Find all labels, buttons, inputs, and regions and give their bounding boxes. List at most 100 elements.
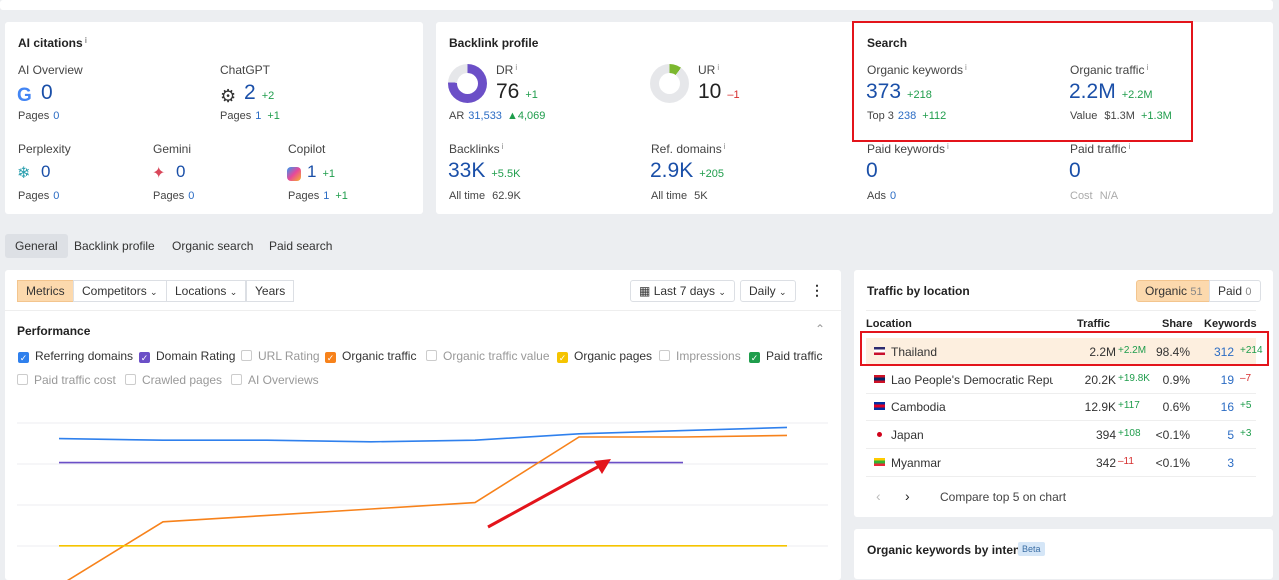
checkbox-paid-traffic-cost[interactable]: Paid traffic cost xyxy=(17,373,116,387)
keywords-value[interactable]: 5 xyxy=(1227,428,1234,442)
col-keywords[interactable]: Keywords xyxy=(1204,318,1257,330)
country-name[interactable]: Japan xyxy=(891,428,1053,442)
gemini-value[interactable]: 0 xyxy=(176,162,185,181)
checkbox-icon: ✓ xyxy=(749,352,760,363)
perplexity-value[interactable]: 0 xyxy=(41,162,50,181)
organic-toggle[interactable]: Organic 51 xyxy=(1136,280,1212,302)
tab-backlink-profile[interactable]: Backlink profile xyxy=(64,234,165,258)
share-value: <0.1% xyxy=(1155,455,1190,470)
checkbox-crawled-pages[interactable]: Crawled pages xyxy=(125,373,222,387)
checkbox-organic-pages[interactable]: ✓ Organic pages xyxy=(557,349,652,363)
col-traffic[interactable]: Traffic xyxy=(1077,318,1110,330)
chatgpt-value[interactable]: 2 xyxy=(244,81,256,104)
checkbox-label: AI Overviews xyxy=(248,373,319,387)
keywords-value[interactable]: 16 xyxy=(1221,400,1234,414)
checkbox-label: Organic traffic value xyxy=(443,349,550,363)
pages-value[interactable]: 0 xyxy=(188,190,194,202)
checkbox-impressions[interactable]: Impressions xyxy=(659,349,741,363)
country-name[interactable]: Cambodia xyxy=(891,400,1053,414)
location-row[interactable]: Cambodia 12.9K +117 0.6% 16 +5 xyxy=(866,393,1256,422)
keywords-value[interactable]: 3 xyxy=(1227,456,1234,470)
tab-general[interactable]: General xyxy=(5,234,68,258)
keywords-value[interactable]: 19 xyxy=(1221,373,1234,387)
ai-overview-value[interactable]: 0 xyxy=(41,81,53,104)
paid-toggle[interactable]: Paid 0 xyxy=(1209,280,1261,302)
competitors-label: Competitors xyxy=(82,284,147,298)
locations-label: Locations xyxy=(175,284,227,298)
top-card xyxy=(0,0,1273,10)
checkbox-organic-traffic[interactable]: ✓ Organic traffic xyxy=(325,349,416,363)
location-row[interactable]: Lao People's Democratic Reput 20.2K +19.8K… xyxy=(866,366,1256,394)
locations-dropdown[interactable]: Locations ⌄ xyxy=(166,280,247,302)
checkbox-label: URL Rating xyxy=(258,349,320,363)
backlinks-value[interactable]: 33K xyxy=(448,159,485,182)
checkbox-ai-overviews[interactable]: AI Overviews xyxy=(231,373,319,387)
years-button[interactable]: Years xyxy=(246,280,295,302)
pages-value[interactable]: 0 xyxy=(53,110,59,122)
col-share[interactable]: Share xyxy=(1162,318,1193,330)
competitors-dropdown[interactable]: Competitors ⌄ xyxy=(73,280,167,302)
collapse-icon[interactable]: ⌃ xyxy=(815,322,825,336)
pages-value[interactable]: 1 xyxy=(255,110,261,122)
keywords-delta: –7 xyxy=(1240,372,1252,384)
country-name[interactable]: Lao People's Democratic Reput xyxy=(891,373,1053,387)
checkbox-referring-domains[interactable]: ✓ Referring domains xyxy=(18,349,133,363)
compare-top5-link[interactable]: Compare top 5 on chart xyxy=(940,490,1066,504)
tab-paid-search[interactable]: Paid search xyxy=(259,234,342,258)
next-page-icon[interactable]: › xyxy=(905,488,910,504)
traffic-value: 12.9K xyxy=(1084,400,1116,415)
pages-value[interactable]: 0 xyxy=(53,190,59,202)
interval-dropdown[interactable]: Daily ⌄ xyxy=(740,280,796,302)
beta-badge: Beta xyxy=(1018,542,1045,556)
checkbox-label: Organic traffic xyxy=(342,349,417,363)
traffic-value: 20.2K xyxy=(1084,372,1116,387)
chatgpt-delta: +2 xyxy=(261,90,275,102)
metrics-button[interactable]: Metrics xyxy=(17,280,74,302)
dr-label: DR xyxy=(496,63,514,77)
refdomains-value[interactable]: 2.9K xyxy=(650,159,693,182)
checkbox-label: Paid traffic xyxy=(766,349,823,363)
date-range-dropdown[interactable]: ▦ Last 7 days ⌄ xyxy=(630,280,735,302)
ai-citations-title: AI citations xyxy=(18,36,83,50)
location-row[interactable]: Japan 394 +108 <0.1% 5 +3 xyxy=(866,421,1256,450)
paid-label: Paid xyxy=(1218,284,1243,298)
paid-traffic-value[interactable]: 0 xyxy=(1069,159,1081,182)
highlight-box-search xyxy=(852,21,1193,142)
checkbox-organic-traffic-value[interactable]: Organic traffic value xyxy=(426,349,550,363)
backlinks-label: Backlinks xyxy=(449,142,500,156)
keywords-delta: +5 xyxy=(1240,400,1252,412)
col-location: Location xyxy=(866,318,912,330)
series-line-2 xyxy=(66,434,788,580)
country-name[interactable]: Myanmar xyxy=(891,456,1053,470)
backlinks-delta: +5.5K xyxy=(491,168,521,180)
cost-label: Cost xyxy=(1070,190,1093,202)
pages-value[interactable]: 1 xyxy=(323,190,329,202)
checkbox-icon xyxy=(659,350,670,361)
more-options-icon[interactable]: ⋮ xyxy=(810,282,824,299)
traffic-delta: +19.8K xyxy=(1118,372,1150,384)
ads-value[interactable]: 0 xyxy=(890,190,896,202)
ar-value[interactable]: 31,533 xyxy=(468,110,502,122)
chatgpt-label: ChatGPT xyxy=(220,63,271,77)
refdomains-label: Ref. domains xyxy=(651,142,722,156)
checkbox-label: Crawled pages xyxy=(142,373,223,387)
date-range-label: Last 7 days xyxy=(653,284,716,298)
checkbox-domain-rating[interactable]: ✓ Domain Rating xyxy=(139,349,235,363)
refdomains-alltime: 5K xyxy=(694,190,708,202)
annotation-arrow xyxy=(487,459,611,529)
tab-organic-search[interactable]: Organic search xyxy=(162,234,263,258)
copilot-value[interactable]: 1 xyxy=(307,162,316,181)
pages-label: Pages xyxy=(220,110,252,122)
prev-page-icon[interactable]: ‹ xyxy=(876,488,881,504)
checkbox-icon: ✓ xyxy=(18,352,29,363)
checkbox-paid-traffic[interactable]: ✓ Paid traffic xyxy=(749,349,822,363)
checkbox-url-rating[interactable]: URL Rating xyxy=(241,349,320,363)
cost-value: N/A xyxy=(1099,190,1119,202)
paid-keywords-value[interactable]: 0 xyxy=(866,159,878,182)
copilot-label: Copilot xyxy=(288,142,326,156)
location-row[interactable]: Myanmar 342 –11 <0.1% 3 xyxy=(866,449,1256,477)
checkbox-icon xyxy=(17,374,28,385)
alltime-label: All time xyxy=(449,190,486,202)
performance-card: Metrics Competitors ⌄ Locations ⌄ Years … xyxy=(5,270,841,580)
keywords-delta: +3 xyxy=(1240,428,1252,440)
